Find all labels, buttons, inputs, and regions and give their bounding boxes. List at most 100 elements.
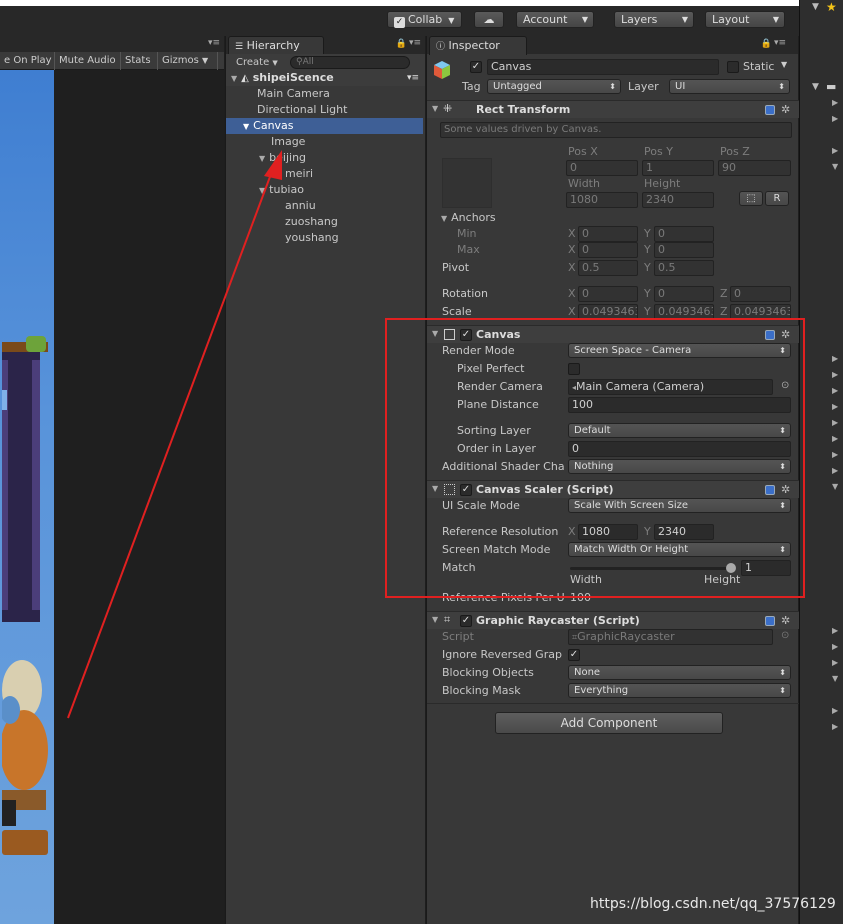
tab-inspector[interactable]: ⓘ Inspector bbox=[429, 36, 527, 55]
chevron-down-icon: ▼ bbox=[272, 59, 278, 67]
help-book-icon[interactable] bbox=[765, 105, 775, 115]
anchor-max-x-field[interactable]: 0 bbox=[578, 242, 638, 258]
blueprint-icon: ⬚ bbox=[746, 193, 756, 204]
anchor-max-y-field[interactable]: 0 bbox=[654, 242, 714, 258]
project-panel-edge: ▼ ★ ▼ ▬ ▶ ▶ ▶ ▼ ▶ ▶ ▶ ▶ ▶ ▶ ▶ ▶ ▼ ▶ ▶ ▶ … bbox=[799, 0, 843, 924]
width-field[interactable]: 1080 bbox=[566, 192, 638, 208]
expand-triangle-icon: ▼ bbox=[432, 615, 439, 624]
game-view-toolbar: e On Play Mute Audio Stats Gizmos ▼ bbox=[0, 52, 224, 70]
active-checkbox[interactable]: ✓ bbox=[470, 61, 482, 73]
mute-audio-toggle[interactable]: Mute Audio bbox=[55, 52, 121, 70]
create-dropdown[interactable]: Create ▼ bbox=[236, 55, 278, 71]
pos-y-label: Pos Y bbox=[644, 145, 673, 158]
pos-y-field[interactable]: 1 bbox=[642, 160, 714, 176]
raycaster-enabled-checkbox[interactable]: ✓ bbox=[460, 615, 472, 627]
maximize-on-play-toggle[interactable]: e On Play bbox=[0, 52, 55, 70]
add-component-button[interactable]: Add Component bbox=[495, 712, 723, 734]
rect-transform-header[interactable]: ▼ ⁜ Rect Transform ✲ bbox=[427, 100, 799, 118]
menu-icon[interactable]: ▾≡ bbox=[208, 38, 220, 48]
ignore-reversed-checkbox[interactable]: ✓ bbox=[568, 649, 580, 661]
hierarchy-item-youshang[interactable]: youshang bbox=[285, 230, 339, 246]
tag-dropdown[interactable]: Untagged ⬍ bbox=[487, 79, 621, 94]
stats-toggle[interactable]: Stats bbox=[121, 52, 158, 70]
expand-triangle-icon: ▼ bbox=[231, 74, 238, 83]
gizmos-dropdown[interactable]: Gizmos ▼ bbox=[158, 52, 218, 70]
hierarchy-item-zuoshang[interactable]: zuoshang bbox=[285, 214, 338, 230]
chevron-updown-icon: ⬍ bbox=[609, 82, 616, 91]
menu-icon[interactable]: ▾≡ bbox=[409, 38, 421, 48]
layers-button[interactable]: Layers ▼ bbox=[614, 11, 694, 28]
scene-row[interactable]: ▼ ◭ shipeiScence ▾≡ bbox=[226, 70, 425, 86]
blocking-objects-label: Blocking Objects bbox=[442, 666, 534, 679]
collapsed-triangle-icon: ▶ bbox=[832, 98, 839, 107]
anchor-min-x-field[interactable]: 0 bbox=[578, 226, 638, 242]
blocking-mask-label: Blocking Mask bbox=[442, 684, 521, 697]
anchors-foldout[interactable]: ▼ Anchors bbox=[441, 210, 496, 227]
gear-icon[interactable]: ✲ bbox=[781, 103, 790, 116]
height-field[interactable]: 2340 bbox=[642, 192, 714, 208]
object-name-field[interactable]: Canvas bbox=[487, 59, 719, 75]
hierarchy-item-main-camera[interactable]: Main Camera bbox=[257, 86, 330, 102]
menu-icon[interactable]: ▾≡ bbox=[774, 38, 786, 48]
layer-dropdown[interactable]: UI ⬍ bbox=[669, 79, 790, 94]
lock-icon[interactable]: 🔒 bbox=[761, 39, 772, 49]
cloud-icon: ☁ bbox=[483, 13, 495, 26]
object-picker-icon[interactable]: ⊙ bbox=[781, 630, 789, 641]
expand-triangle-icon: ▼ bbox=[832, 482, 839, 491]
red-arrow-annotation bbox=[67, 150, 282, 719]
expand-triangle-icon: ▼ bbox=[832, 674, 839, 683]
graphic-raycaster-header[interactable]: ▼ ⌗ ✓ Graphic Raycaster (Script) ✲ bbox=[427, 611, 799, 629]
rotation-x-field[interactable]: 0 bbox=[578, 286, 638, 302]
collab-button[interactable]: ✓ Collab ▼ bbox=[387, 11, 462, 28]
top-edge bbox=[0, 0, 800, 6]
collapsed-triangle-icon: ▶ bbox=[832, 642, 839, 651]
list-icon: ☰ bbox=[235, 42, 244, 52]
collapsed-triangle-icon: ▶ bbox=[832, 466, 839, 475]
rotation-z-field[interactable]: 0 bbox=[730, 286, 791, 302]
inspector-tab-label: Inspector bbox=[448, 39, 500, 52]
anchor-min-y-field[interactable]: 0 bbox=[654, 226, 714, 242]
pos-z-field[interactable]: 90 bbox=[718, 160, 791, 176]
chevron-down-icon: ▼ bbox=[202, 56, 209, 65]
chevron-updown-icon: ⬍ bbox=[779, 668, 786, 677]
anchor-preset-button[interactable] bbox=[442, 158, 492, 208]
hierarchy-item-directional-light[interactable]: Directional Light bbox=[257, 102, 347, 118]
static-label: Static bbox=[743, 60, 775, 73]
blocking-objects-dropdown[interactable]: None ⬍ bbox=[568, 665, 791, 680]
chevron-down-icon: ▼ bbox=[772, 15, 779, 24]
collab-label: Collab bbox=[408, 13, 443, 26]
collapsed-triangle-icon: ▶ bbox=[832, 386, 839, 395]
chevron-down-icon[interactable]: ▼ bbox=[781, 60, 787, 69]
height-label: Height bbox=[644, 177, 681, 190]
pos-x-field[interactable]: 0 bbox=[566, 160, 638, 176]
watermark: https://blog.csdn.net/qq_37576129 bbox=[590, 896, 836, 912]
ignore-reversed-label: Ignore Reversed Grap bbox=[442, 648, 562, 661]
account-button[interactable]: Account ▼ bbox=[516, 11, 594, 28]
gear-icon[interactable]: ✲ bbox=[781, 614, 790, 627]
pivot-y-field[interactable]: 0.5 bbox=[654, 260, 714, 276]
lock-icon[interactable]: 🔒 bbox=[396, 39, 407, 49]
script-field[interactable]: ⌗GraphicRaycaster bbox=[568, 629, 773, 645]
max-y-axis-label: Y bbox=[644, 243, 651, 256]
raw-edit-button[interactable]: R bbox=[765, 191, 789, 206]
help-book-icon[interactable] bbox=[765, 616, 775, 626]
cloud-button[interactable]: ☁ bbox=[474, 11, 504, 28]
rotation-y-field[interactable]: 0 bbox=[654, 286, 714, 302]
pivot-x-field[interactable]: 0.5 bbox=[578, 260, 638, 276]
menu-icon[interactable]: ▾≡ bbox=[407, 70, 419, 86]
tab-hierarchy[interactable]: ☰ Hierarchy bbox=[228, 36, 324, 55]
blocking-mask-dropdown[interactable]: Everything ⬍ bbox=[568, 683, 791, 698]
tag-label: Tag bbox=[462, 80, 481, 93]
static-checkbox[interactable] bbox=[727, 61, 739, 73]
search-input[interactable]: ⚲All bbox=[290, 56, 410, 69]
hierarchy-item-canvas[interactable]: ▼ Canvas bbox=[226, 118, 423, 134]
driven-values-note: Some values driven by Canvas. bbox=[440, 122, 792, 138]
rot-x-axis-label: X bbox=[568, 287, 576, 300]
layout-button[interactable]: Layout ▼ bbox=[705, 11, 785, 28]
gizmos-label: Gizmos bbox=[162, 55, 199, 66]
blueprint-mode-button[interactable]: ⬚ bbox=[739, 191, 763, 206]
info-icon: ⓘ bbox=[436, 42, 446, 52]
anchor-min-label: Min bbox=[457, 227, 477, 240]
checkmark-icon: ✓ bbox=[394, 17, 405, 28]
hierarchy-item-image[interactable]: Image bbox=[271, 134, 305, 150]
